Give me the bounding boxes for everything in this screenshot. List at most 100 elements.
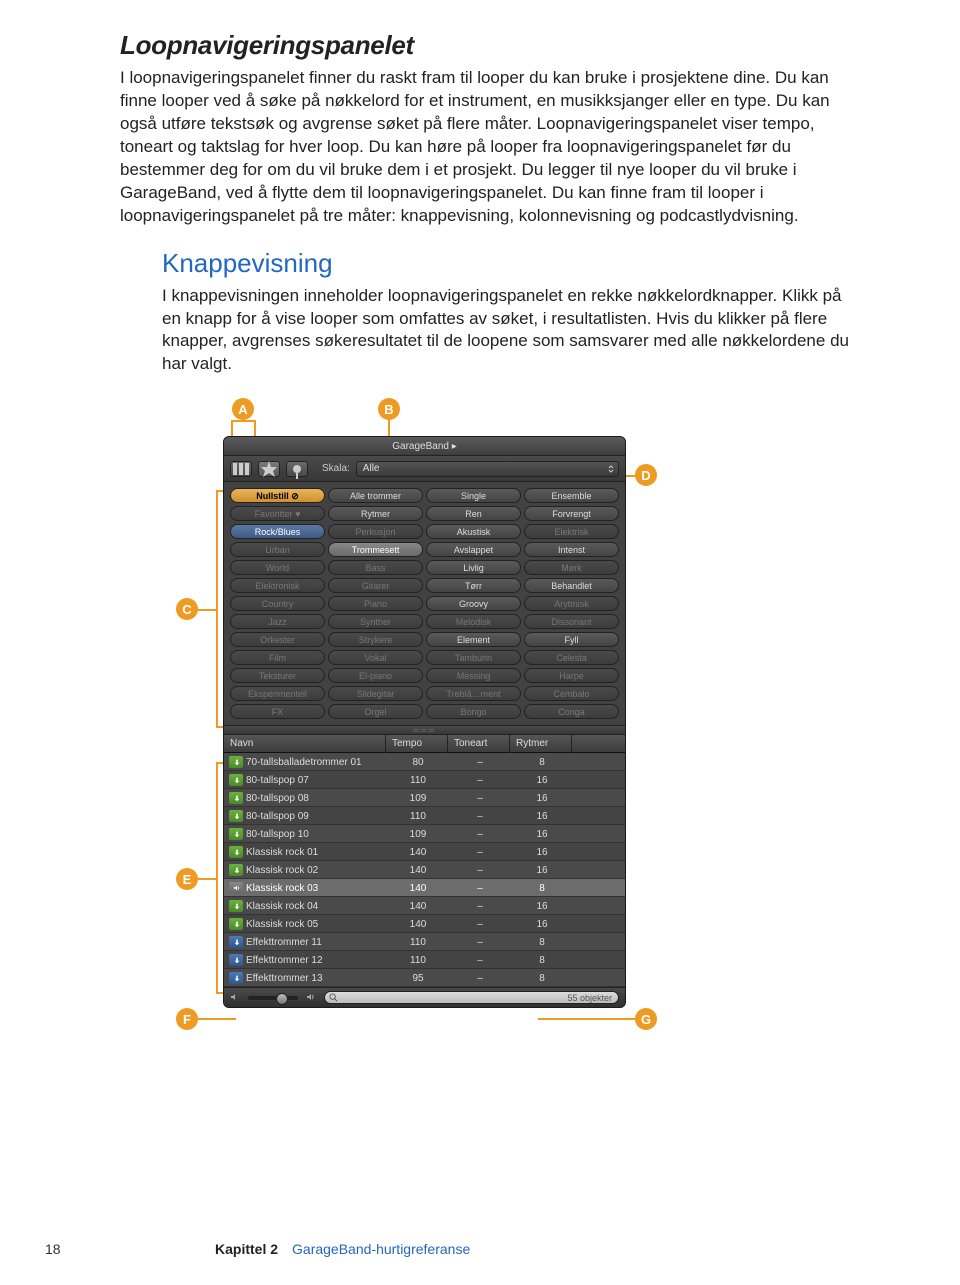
loop-icon[interactable] [229,936,243,948]
keyword-button[interactable]: Melodisk [426,614,521,629]
callout-a: A [232,398,254,420]
keyword-button[interactable]: Piano [328,596,423,611]
keyword-button[interactable]: Dissonant [524,614,619,629]
keyword-button[interactable]: Conga [524,704,619,719]
search-input[interactable]: 55 objekter [324,991,619,1004]
loop-beats: 16 [510,865,572,876]
result-row[interactable]: Klassisk rock 04140–16 [224,897,625,915]
keyword-button[interactable]: Bass [328,560,423,575]
keyword-button[interactable]: Behandlet [524,578,619,593]
keyword-button[interactable]: FX [230,704,325,719]
keyword-button[interactable]: Bongo [426,704,521,719]
loop-icon[interactable] [229,900,243,912]
keyword-button[interactable]: Strykere [328,632,423,647]
keyword-button[interactable]: Livlig [426,560,521,575]
keyword-button[interactable]: Mørk [524,560,619,575]
keyword-button[interactable]: Synther [328,614,423,629]
keyword-button[interactable]: Treblå…ment [426,686,521,701]
keyword-button[interactable]: Jazz [230,614,325,629]
keyword-button[interactable]: Arytmisk [524,596,619,611]
keyword-button[interactable]: El-piano [328,668,423,683]
panel-titlebar[interactable]: GarageBand ▸ [224,437,625,456]
volume-slider[interactable] [248,996,298,1000]
keyword-button[interactable]: Orkester [230,632,325,647]
col-name[interactable]: Navn [224,735,386,753]
keyword-button[interactable]: Akustisk [426,524,521,539]
keyword-button[interactable]: Elektrisk [524,524,619,539]
keyword-button[interactable]: Messing [426,668,521,683]
keyword-button[interactable]: Forvrengt [524,506,619,521]
resize-handle[interactable]: ═══ [224,725,625,735]
col-beats[interactable]: Rytmer [510,735,572,753]
loop-icon[interactable] [229,954,243,966]
scale-select[interactable]: Alle [356,461,619,477]
keyword-button[interactable]: Harpe [524,668,619,683]
loop-name: Klassisk rock 01 [246,847,386,858]
keyword-button[interactable]: Gitarer [328,578,423,593]
chapter-ref: GarageBand-hurtigreferanse [292,1241,470,1257]
keyword-button[interactable]: Alle trommer [328,488,423,503]
keyword-button[interactable]: Slidegitar [328,686,423,701]
keyword-button[interactable]: Teksturer [230,668,325,683]
col-tempo[interactable]: Tempo [386,735,448,753]
keyword-button[interactable]: Rytmer [328,506,423,521]
keyword-button[interactable]: Rock/Blues [230,524,325,539]
keyword-button[interactable]: Elektronisk [230,578,325,593]
result-row[interactable]: 80-tallspop 08109–16 [224,789,625,807]
result-row[interactable]: Klassisk rock 02140–16 [224,861,625,879]
loop-key: – [448,901,510,912]
loop-icon[interactable] [229,810,243,822]
keyword-button[interactable]: Intenst [524,542,619,557]
keyword-button[interactable]: Tamburin [426,650,521,665]
results-list: 70-tallsballadetrommer 0180–880-tallspop… [224,753,625,987]
loop-icon[interactable] [229,972,243,984]
loop-icon[interactable] [229,864,243,876]
result-row[interactable]: Klassisk rock 01140–16 [224,843,625,861]
loop-icon[interactable] [229,774,243,786]
keyword-button[interactable]: Single [426,488,521,503]
loop-icon[interactable] [229,828,243,840]
keyword-button[interactable]: Urban [230,542,325,557]
keyword-button[interactable]: Tørr [426,578,521,593]
loop-icon[interactable] [229,918,243,930]
loop-key: – [448,847,510,858]
view-columns-button[interactable] [230,461,252,477]
loop-icon[interactable] [229,756,243,768]
view-podcast-button[interactable] [286,461,308,477]
keyword-button[interactable]: Ensemble [524,488,619,503]
speaker-icon[interactable] [229,882,243,894]
keyword-button[interactable]: Ren [426,506,521,521]
keyword-button[interactable]: Favoritter ♥ [230,506,325,521]
result-row[interactable]: 70-tallsballadetrommer 0180–8 [224,753,625,771]
loop-icon[interactable] [229,792,243,804]
keyword-button[interactable]: Film [230,650,325,665]
col-key[interactable]: Toneart [448,735,510,753]
keyword-button[interactable]: Country [230,596,325,611]
result-row[interactable]: 80-tallspop 07110–16 [224,771,625,789]
loop-icon[interactable] [229,846,243,858]
result-row[interactable]: Klassisk rock 03140–8 [224,879,625,897]
keyword-button[interactable]: Trommesett [328,542,423,557]
keyword-button[interactable]: Eksperimentell [230,686,325,701]
keyword-button[interactable]: Avslappet [426,542,521,557]
keyword-button[interactable]: Celesta [524,650,619,665]
keyword-button[interactable]: Element [426,632,521,647]
result-row[interactable]: 80-tallspop 10109–16 [224,825,625,843]
result-row[interactable]: Effekttrommer 1395–8 [224,969,625,987]
view-buttons-button[interactable] [258,461,280,477]
loop-name: Effekttrommer 13 [246,973,386,984]
result-row[interactable]: Effekttrommer 12110–8 [224,951,625,969]
result-row[interactable]: 80-tallspop 09110–16 [224,807,625,825]
loop-beats: 8 [510,973,572,984]
keyword-button[interactable]: Vokal [328,650,423,665]
keyword-button[interactable]: Perkusjon [328,524,423,539]
result-row[interactable]: Effekttrommer 11110–8 [224,933,625,951]
keyword-button[interactable]: World [230,560,325,575]
keyword-button[interactable]: Groovy [426,596,521,611]
result-row[interactable]: Klassisk rock 05140–16 [224,915,625,933]
keyword-button[interactable]: Nullstill ⊘ [230,488,325,503]
keyword-button[interactable]: Cembalo [524,686,619,701]
callout-c: C [176,598,198,620]
keyword-button[interactable]: Fyll [524,632,619,647]
keyword-button[interactable]: Orgel [328,704,423,719]
